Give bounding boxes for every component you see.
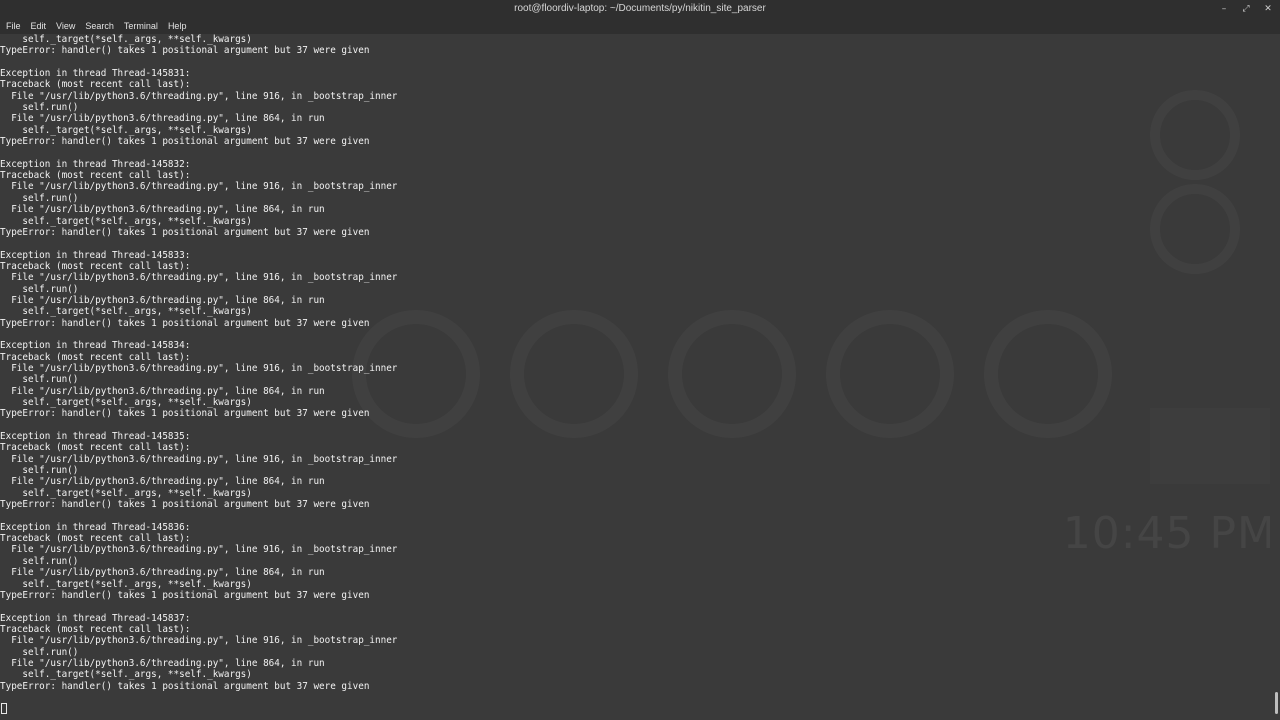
menu-edit[interactable]: Edit: [26, 18, 52, 34]
terminal-line: File "/usr/lib/python3.6/threading.py", …: [0, 567, 325, 579]
window-title: root@floordiv-laptop: ~/Documents/py/nik…: [514, 3, 766, 14]
desktop-clock: 10:45 PM: [1062, 508, 1270, 559]
terminal-line: File "/usr/lib/python3.6/threading.py", …: [0, 294, 325, 306]
terminal-line: Traceback (most recent call last):: [0, 260, 191, 272]
terminal-line: File "/usr/lib/python3.6/threading.py", …: [0, 635, 398, 647]
terminal-line: self.run(): [0, 646, 79, 658]
terminal-line: File "/usr/lib/python3.6/threading.py", …: [0, 385, 325, 397]
terminal-line: Traceback (most recent call last):: [0, 533, 191, 545]
minimize-icon[interactable]: –: [1218, 3, 1230, 15]
terminal-scrollbar[interactable]: [1270, 34, 1280, 720]
background-ring: [1150, 90, 1240, 180]
terminal-output: self._target(*self._args, **self._kwargs…: [0, 34, 397, 703]
background-ring: [510, 310, 638, 438]
terminal-line: Exception in thread Thread-145832:: [0, 158, 191, 170]
terminal-line: File "/usr/lib/python3.6/threading.py", …: [0, 362, 398, 374]
terminal-line: Traceback (most recent call last):: [0, 623, 191, 635]
background-ring: [668, 310, 796, 438]
background-ring: [826, 310, 954, 438]
terminal-line: self.run(): [0, 465, 79, 477]
terminal-line: File "/usr/lib/python3.6/threading.py", …: [0, 657, 325, 669]
terminal-line: File "/usr/lib/python3.6/threading.py", …: [0, 113, 325, 125]
terminal-line: TypeError: handler() takes 1 positional …: [0, 226, 370, 238]
menu-search[interactable]: Search: [80, 18, 119, 34]
terminal-line: Traceback (most recent call last):: [0, 79, 191, 91]
terminal-line: self.run(): [0, 555, 79, 567]
terminal-line: File "/usr/lib/python3.6/threading.py", …: [0, 90, 398, 102]
terminal-line: self.run(): [0, 283, 79, 295]
terminal-line: self._target(*self._args, **self._kwargs…: [0, 669, 252, 681]
terminal-line: File "/usr/lib/python3.6/threading.py", …: [0, 476, 325, 488]
terminal-line: TypeError: handler() takes 1 positional …: [0, 136, 370, 148]
menu-terminal[interactable]: Terminal: [119, 18, 163, 34]
terminal-line: Exception in thread Thread-145831:: [0, 68, 191, 80]
terminal-line: self.run(): [0, 102, 79, 114]
close-icon[interactable]: ✕: [1262, 3, 1274, 15]
terminal-line: Traceback (most recent call last):: [0, 170, 191, 182]
terminal-window: root@floordiv-laptop: ~/Documents/py/nik…: [0, 0, 1280, 720]
menu-bar: File Edit View Search Terminal Help: [0, 18, 1280, 34]
terminal-line: TypeError: handler() takes 1 positional …: [0, 680, 370, 692]
terminal-line: Exception in thread Thread-145834:: [0, 340, 191, 352]
terminal-line: File "/usr/lib/python3.6/threading.py", …: [0, 204, 325, 216]
terminal-line: TypeError: handler() takes 1 positional …: [0, 317, 370, 329]
window-controls: – ⤢ ✕: [1218, 0, 1274, 18]
background-ring: [984, 310, 1112, 438]
terminal-line: self._target(*self._args, **self._kwargs…: [0, 487, 252, 499]
terminal-line: TypeError: handler() takes 1 positional …: [0, 499, 370, 511]
terminal-cursor: [1, 703, 7, 714]
terminal-line: TypeError: handler() takes 1 positional …: [0, 589, 370, 601]
title-bar[interactable]: root@floordiv-laptop: ~/Documents/py/nik…: [0, 0, 1280, 18]
terminal-line: self._target(*self._args, **self._kwargs…: [0, 578, 252, 590]
terminal-line: self._target(*self._args, **self._kwargs…: [0, 34, 252, 45]
terminal-line: self._target(*self._args, **self._kwargs…: [0, 215, 252, 227]
terminal-line: self._target(*self._args, **self._kwargs…: [0, 306, 252, 318]
terminal-line: Exception in thread Thread-145836:: [0, 521, 191, 533]
terminal-line: Traceback (most recent call last):: [0, 442, 191, 454]
terminal-line: Exception in thread Thread-145837:: [0, 612, 191, 624]
terminal-line: File "/usr/lib/python3.6/threading.py", …: [0, 544, 398, 556]
scrollbar-thumb[interactable]: [1275, 692, 1278, 714]
maximize-icon[interactable]: ⤢: [1240, 3, 1252, 15]
background-ring: [1150, 184, 1240, 274]
terminal-area[interactable]: 10:45 PM self._target(*self._args, **sel…: [0, 34, 1270, 720]
terminal-line: File "/usr/lib/python3.6/threading.py", …: [0, 272, 398, 284]
terminal-line: Exception in thread Thread-145835:: [0, 431, 191, 443]
terminal-line: TypeError: handler() takes 1 positional …: [0, 408, 370, 420]
terminal-line: File "/usr/lib/python3.6/threading.py", …: [0, 453, 398, 465]
terminal-line: Exception in thread Thread-145833:: [0, 249, 191, 261]
menu-help[interactable]: Help: [163, 18, 192, 34]
menu-file[interactable]: File: [1, 18, 26, 34]
terminal-line: self._target(*self._args, **self._kwargs…: [0, 124, 252, 136]
background-panel: [1150, 408, 1270, 484]
terminal-line: File "/usr/lib/python3.6/threading.py", …: [0, 181, 398, 193]
terminal-line: self.run(): [0, 374, 79, 386]
terminal-line: TypeError: handler() takes 1 positional …: [0, 45, 370, 57]
terminal-line: self._target(*self._args, **self._kwargs…: [0, 397, 252, 408]
terminal-line: Traceback (most recent call last):: [0, 351, 191, 363]
terminal-line: self.run(): [0, 192, 79, 204]
menu-view[interactable]: View: [51, 18, 80, 34]
